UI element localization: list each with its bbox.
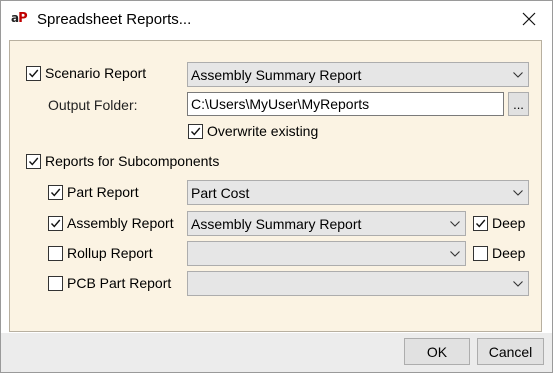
scenario-report-checkbox[interactable] xyxy=(26,65,41,81)
subcomponents-checkbox-row[interactable]: Reports for Subcomponents xyxy=(26,153,219,169)
output-folder-input[interactable]: C:\Users\MyUser\MyReports xyxy=(187,92,504,116)
close-icon xyxy=(522,12,536,29)
subcomponents-checkbox[interactable] xyxy=(26,153,41,169)
window-title: Spreadsheet Reports... xyxy=(37,11,192,28)
assembly-report-row[interactable]: Assembly Report xyxy=(48,215,174,231)
assembly-report-checkbox[interactable] xyxy=(48,215,63,231)
output-folder-value: C:\Users\MyUser\MyReports xyxy=(191,96,370,112)
chevron-down-icon xyxy=(508,63,528,86)
part-report-row[interactable]: Part Report xyxy=(48,184,139,200)
chevron-down-icon xyxy=(508,181,528,204)
checkmark-icon xyxy=(190,127,201,136)
part-report-select[interactable]: Part Cost xyxy=(187,180,529,205)
scenario-report-select[interactable]: Assembly Summary Report xyxy=(187,62,529,87)
part-report-checkbox[interactable] xyxy=(48,184,63,200)
rollup-report-checkbox[interactable] xyxy=(48,245,63,261)
subcomponents-label: Reports for Subcomponents xyxy=(45,153,220,169)
cancel-button[interactable]: Cancel xyxy=(477,338,544,365)
rollup-report-label: Rollup Report xyxy=(67,245,153,261)
assembly-report-label: Assembly Report xyxy=(67,215,174,231)
checkmark-icon xyxy=(28,69,39,78)
ok-button[interactable]: OK xyxy=(404,338,470,365)
part-report-label: Part Report xyxy=(67,184,139,200)
checkmark-icon xyxy=(475,219,486,228)
app-logo-icon: aP xyxy=(11,11,28,26)
assembly-deep-label: Deep xyxy=(492,215,526,231)
scenario-report-checkbox-row[interactable]: Scenario Report xyxy=(26,65,146,81)
checkmark-icon xyxy=(28,157,39,166)
pcb-part-report-select[interactable] xyxy=(187,271,529,296)
overwrite-existing-row[interactable]: Overwrite existing xyxy=(188,123,318,139)
checkmark-icon xyxy=(50,219,61,228)
title-bar[interactable]: aP Spreadsheet Reports... xyxy=(1,1,552,39)
assembly-deep-checkbox[interactable] xyxy=(473,215,488,231)
chevron-down-icon xyxy=(445,212,465,235)
overwrite-existing-label: Overwrite existing xyxy=(207,123,319,139)
scenario-report-label: Scenario Report xyxy=(45,65,147,81)
part-report-value: Part Cost xyxy=(191,184,250,201)
pcb-part-report-row[interactable]: PCB Part Report xyxy=(48,275,171,291)
chevron-down-icon xyxy=(445,242,465,265)
pcb-part-report-checkbox[interactable] xyxy=(48,275,63,291)
close-button[interactable] xyxy=(514,6,544,34)
pcb-part-report-label: PCB Part Report xyxy=(67,275,172,291)
rollup-deep-checkbox[interactable] xyxy=(473,245,488,261)
assembly-deep-row[interactable]: Deep xyxy=(473,215,525,231)
chevron-down-icon xyxy=(508,272,528,295)
checkmark-icon xyxy=(50,188,61,197)
rollup-report-select[interactable] xyxy=(187,241,466,266)
output-folder-label: Output Folder: xyxy=(48,97,138,113)
rollup-deep-row[interactable]: Deep xyxy=(473,245,525,261)
rollup-deep-label: Deep xyxy=(492,245,526,261)
assembly-report-select[interactable]: Assembly Summary Report xyxy=(187,211,466,236)
browse-button[interactable]: ... xyxy=(508,92,529,116)
scenario-report-value: Assembly Summary Report xyxy=(191,66,362,83)
overwrite-existing-checkbox[interactable] xyxy=(188,123,203,139)
rollup-report-row[interactable]: Rollup Report xyxy=(48,245,153,261)
assembly-report-value: Assembly Summary Report xyxy=(191,215,362,232)
